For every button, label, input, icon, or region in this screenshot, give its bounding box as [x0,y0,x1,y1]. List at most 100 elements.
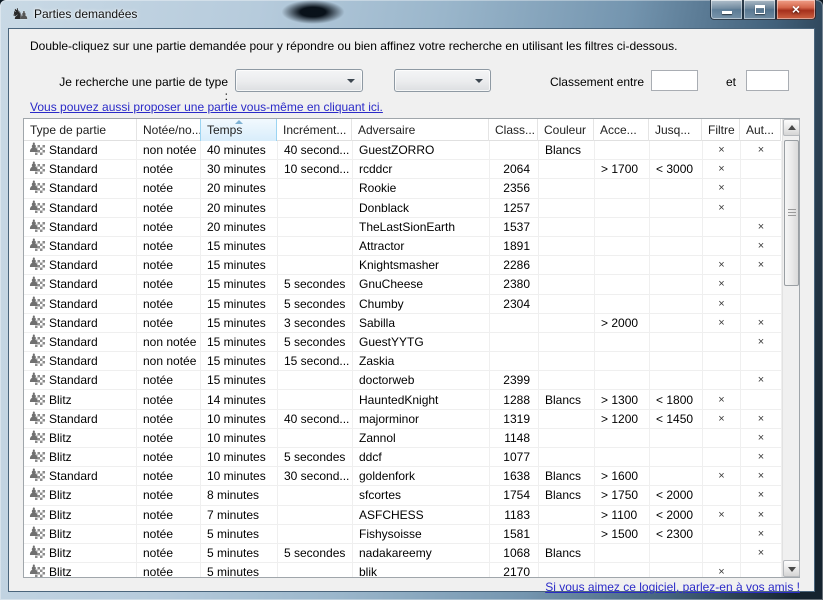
cell-color: Blancs [539,544,595,562]
game-row[interactable]: ♟Blitznotée5 minutes5 secondesnadakareem… [24,544,782,563]
game-row[interactable]: ♟Standardnotée15 minutesdoctorweb2399× [24,371,782,390]
cell-below: < 2300 [650,525,703,543]
cell-filter: × [703,410,741,428]
cell-filter [703,352,741,370]
column-header-below[interactable]: Jusq... [649,119,702,141]
game-variant-dropdown[interactable] [394,69,491,92]
cell-below [650,429,703,447]
game-row[interactable]: ♟Standardnotée20 minutesDonblack1257× [24,199,782,218]
game-row[interactable]: ♟Standardnotée10 minutes30 second...gold… [24,467,782,486]
cell-increment [278,256,353,274]
cell-adversary: Zannol [353,429,490,447]
cell-rating: 1638 [490,467,539,485]
column-header-auto[interactable]: Aut... [740,119,781,141]
game-row[interactable]: ♟Standardnotée30 minutes10 second...rcdd… [24,160,782,179]
game-row[interactable]: ♟Standardnon notée15 minutes15 second...… [24,352,782,371]
cell-below [650,141,703,159]
game-row[interactable]: ♟Blitznotée8 minutessfcortes1754Blancs> … [24,486,782,505]
column-header-rating[interactable]: Class... [489,119,538,141]
cell-time: 14 minutes [201,390,278,408]
cell-auto: × [741,467,782,485]
cell-type: ♟Standard [24,275,137,293]
cell-above [595,179,650,197]
share-with-friends-link[interactable]: Si vous aimez ce logiciel, parlez-en à v… [0,580,800,594]
cell-rated: notée [137,467,201,485]
game-row[interactable]: ♟Blitznotée10 minutesZannol1148× [24,429,782,448]
game-row[interactable]: ♟Standardnotée15 minutes5 secondesChumby… [24,295,782,314]
cell-below: < 2000 [650,506,703,524]
column-header-increment[interactable]: Incrément... [277,119,352,141]
column-header-color[interactable]: Couleur [538,119,594,141]
cell-below: < 1800 [650,390,703,408]
game-row[interactable]: ♟Standardnotée20 minutesTheLastSionEarth… [24,218,782,237]
minimize-button[interactable] [710,0,743,20]
cell-color [539,506,595,524]
game-row[interactable]: ♟Standardnotée20 minutesRookie2356× [24,179,782,198]
rating-max-input[interactable] [746,70,789,91]
column-header-label: Jusq... [655,123,690,137]
cell-increment [278,390,353,408]
close-button[interactable]: × [776,0,816,20]
game-row[interactable]: ♟Standardnotée15 minutesAttractor1891× [24,237,782,256]
cell-color [539,256,595,274]
game-row[interactable]: ♟Blitznotée10 minutes5 secondesddcf1077× [24,448,782,467]
cell-filter [703,333,741,351]
cell-time: 20 minutes [201,218,278,236]
cell-rated: notée [137,410,201,428]
column-header-above[interactable]: Acce... [594,119,649,141]
game-row[interactable]: ♟Blitznotée5 minutesblik2170× [24,563,782,577]
cell-time: 10 minutes [201,410,278,428]
game-row[interactable]: ♟Standardnotée15 minutes5 secondesGnuChe… [24,275,782,294]
cell-time: 5 minutes [201,563,278,577]
cell-increment [278,563,353,577]
cell-time: 7 minutes [201,506,278,524]
cell-increment: 15 second... [278,352,353,370]
cell-auto [741,563,782,577]
cell-below [650,275,703,293]
title-bar[interactable]: ♞ ♟ Parties demandées × [0,0,823,28]
game-row[interactable]: ♟Blitznotée5 minutesFishysoisse1581> 150… [24,525,782,544]
game-row[interactable]: ♟Blitznotée14 minutesHauntedKnight1288Bl… [24,390,782,409]
game-type-dropdown[interactable] [235,69,363,92]
cell-rating: 2380 [490,275,539,293]
column-header-type[interactable]: Type de partie [24,119,137,141]
column-header-filter[interactable]: Filtre [702,119,740,141]
column-header-adversary[interactable]: Adversaire [352,119,489,141]
maximize-button[interactable] [743,0,776,20]
cell-rated: notée [137,544,201,562]
scroll-up-button[interactable] [783,119,800,136]
chess-pawn-icon: ♟ [30,469,45,483]
cell-rating: 1319 [490,410,539,428]
game-row[interactable]: ♟Standardnon notée40 minutes40 second...… [24,141,782,160]
cell-time: 15 minutes [201,237,278,255]
cell-increment [278,506,353,524]
game-row[interactable]: ♟Standardnotée15 minutes3 secondesSabill… [24,314,782,333]
column-header-label: Incrément... [283,123,346,137]
game-row[interactable]: ♟Standardnotée15 minutesKnightsmasher228… [24,256,782,275]
cell-type: ♟Blitz [24,563,137,577]
cell-adversary: HauntedKnight [353,390,490,408]
cell-rated: non notée [137,333,201,351]
cell-auto: × [741,544,782,562]
cell-below [650,179,703,197]
column-header-time[interactable]: Temps [200,119,277,141]
cell-increment [278,179,353,197]
scroll-down-button[interactable] [783,560,800,577]
vertical-scrollbar[interactable] [782,119,799,577]
column-header-rated[interactable]: Notée/no... [137,119,201,141]
rating-min-input[interactable] [651,70,698,91]
scrollbar-thumb[interactable] [784,140,799,286]
game-row[interactable]: ♟Blitznotée7 minutesASFCHESS1183> 1100< … [24,506,782,525]
game-row[interactable]: ♟Standardnon notée15 minutes5 secondesGu… [24,333,782,352]
cell-below: < 3000 [650,160,703,178]
propose-game-link[interactable]: Vous pouvez aussi proposer une partie vo… [30,100,383,114]
cell-above [595,563,650,577]
cell-above [595,448,650,466]
cell-type: ♟Standard [24,410,137,428]
game-row[interactable]: ♟Standardnotée10 minutes40 second...majo… [24,410,782,429]
cell-above [595,237,650,255]
chess-pawn-icon: ♟ [30,220,45,234]
instruction-text: Double-cliquez sur une partie demandée p… [30,39,677,53]
cell-below [650,218,703,236]
cell-below [650,333,703,351]
